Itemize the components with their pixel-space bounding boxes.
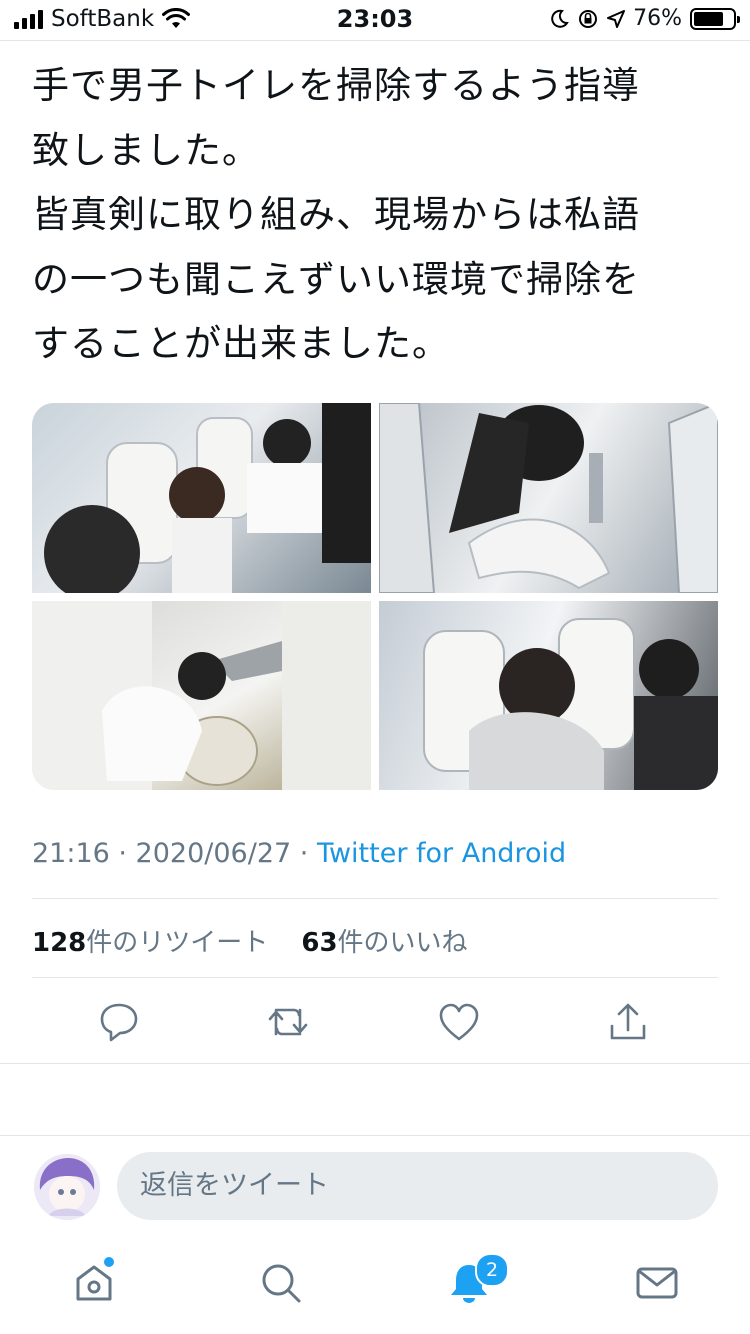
divider: [0, 1135, 750, 1136]
rotation-lock-icon: [579, 9, 598, 28]
likes-stat[interactable]: 63件のいいね: [301, 928, 467, 958]
likes-count: 63: [301, 928, 338, 958]
reply-bar: 返信をツイート: [0, 1137, 750, 1235]
battery-percent: 76%: [633, 6, 682, 31]
retweet-icon[interactable]: [266, 1000, 310, 1044]
tweet-photo-4[interactable]: [379, 601, 718, 790]
messages-icon: [636, 1267, 678, 1299]
tweet-photo-1[interactable]: [32, 403, 371, 593]
home-unread-dot: [104, 1257, 114, 1267]
tweet-actions: [0, 1000, 750, 1044]
status-divider: [0, 40, 750, 41]
tab-home[interactable]: [70, 1257, 118, 1307]
reply-icon[interactable]: [97, 1000, 141, 1044]
notifications-badge: 2: [475, 1253, 509, 1287]
media-grid: [32, 403, 718, 790]
tweet-stats: 128件のリツイート 63件のいいね: [32, 922, 468, 959]
avatar[interactable]: [34, 1154, 100, 1220]
retweets-label: 件のリツイート: [86, 928, 269, 958]
location-icon: [607, 9, 626, 28]
tweet-timestamp: 21:16 · 2020/06/27 ·: [32, 838, 317, 869]
tweet-meta: 21:16 · 2020/06/27 · Twitter for Android: [32, 838, 566, 869]
moon-icon: [551, 9, 569, 28]
share-icon[interactable]: [606, 1000, 650, 1044]
tweet-text: 手で男子トイレを掃除するよう指導 致しました。 皆真剣に取り組み、現場からは私語…: [32, 54, 722, 377]
tweet-text-line: することが出来ました。: [32, 322, 450, 365]
likes-label: 件のいいね: [337, 928, 468, 958]
tweet-text-line: 皆真剣に取り組み、現場からは私語: [32, 193, 640, 236]
tab-search[interactable]: [257, 1259, 305, 1307]
tab-notifications[interactable]: 2: [445, 1253, 509, 1307]
status-right: 76%: [549, 6, 740, 31]
divider: [0, 1063, 750, 1064]
search-icon: [262, 1264, 301, 1303]
tweet-text-line: の一つも聞こえずいい環境で掃除を: [32, 257, 640, 301]
like-icon[interactable]: [437, 1000, 481, 1044]
tab-messages[interactable]: [633, 1259, 681, 1307]
tab-bar: 2: [0, 1245, 750, 1334]
divider: [32, 977, 718, 978]
tweet-source-link[interactable]: Twitter for Android: [317, 838, 566, 869]
tweet-text-line: 致しました。: [32, 128, 260, 172]
divider: [32, 898, 718, 899]
tweet-text-line: 手で男子トイレを掃除するよう指導: [32, 64, 640, 107]
reply-input[interactable]: 返信をツイート: [117, 1152, 718, 1220]
tweet-photo-3[interactable]: [32, 601, 371, 790]
status-bar: SoftBank 23:03 76%: [0, 0, 750, 40]
retweets-count: 128: [32, 928, 87, 958]
tweet-photo-2[interactable]: [379, 403, 718, 593]
battery-icon: [690, 7, 740, 30]
retweets-stat[interactable]: 128件のリツイート: [32, 928, 268, 958]
